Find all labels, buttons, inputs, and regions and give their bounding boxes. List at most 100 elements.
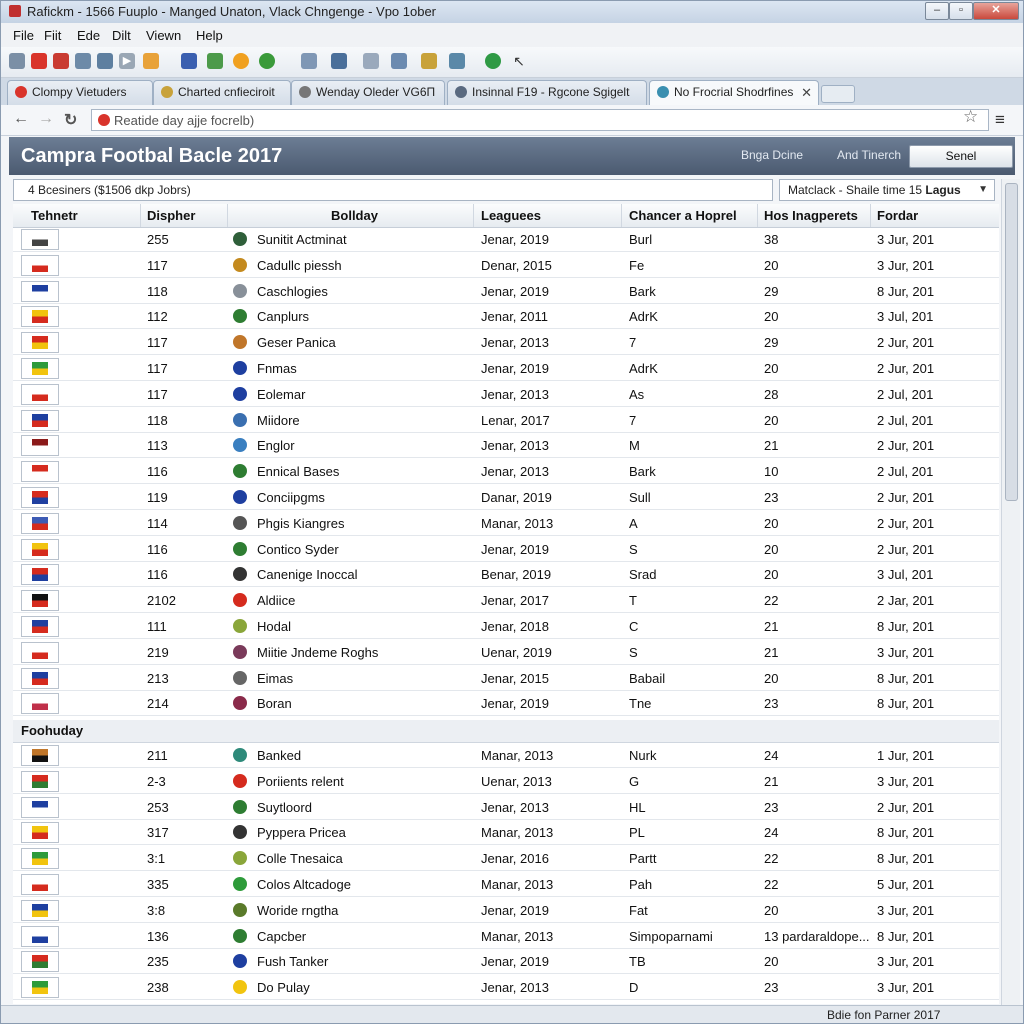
table-row[interactable]: 118 Caschlogies Jenar, 2019 Bark 29 8 Jur, 20…: [13, 279, 999, 304]
new-tab-button[interactable]: [821, 85, 855, 103]
table-row[interactable]: 136 Capcber Manar, 2013 Simpoparnami 13 pard…: [13, 924, 999, 949]
table-row[interactable]: 113 Englor Jenar, 2013 M 21 2 Jur, 201: [13, 433, 999, 459]
minimize-button[interactable]: –: [925, 2, 949, 20]
menu-help[interactable]: Help: [196, 28, 223, 43]
cell-club[interactable]: Canplurs: [257, 309, 309, 324]
user-icon[interactable]: [143, 53, 159, 69]
cell-club[interactable]: Pyppera Pricea: [257, 825, 346, 840]
table-row[interactable]: 116 Ennical Bases Jenar, 2013 Bark 10 2 Jul, …: [13, 459, 999, 485]
vertical-scrollbar[interactable]: [1001, 179, 1020, 1005]
table-row[interactable]: 255 Sunitit Actminat Jenar, 2019 Burl 38 3 Ju…: [13, 227, 999, 252]
column-header[interactable]: Leaguees: [481, 208, 541, 223]
cell-club[interactable]: Colle Tnesaica: [257, 851, 343, 866]
column-header[interactable]: Bollday: [331, 208, 378, 223]
table-row[interactable]: 238 Do Pulay Jenar, 2013 D 23 3 Jur, 201: [13, 975, 999, 1001]
tab-2[interactable]: Charted cnfieciroit: [153, 80, 291, 105]
table-row[interactable]: 116 Contico Syder Jenar, 2019 S 20 2 Jur, 201: [13, 537, 999, 562]
cell-club[interactable]: Poriients relent: [257, 774, 344, 789]
paste-icon[interactable]: [97, 53, 113, 69]
table-row[interactable]: 219 Miitie Jndeme Roghs Uenar, 2019 S 21 3 Ju…: [13, 640, 999, 665]
cell-club[interactable]: Miitie Jndeme Roghs: [257, 645, 378, 660]
cell-club[interactable]: Aldiice: [257, 593, 295, 608]
column-header[interactable]: Dispher: [147, 208, 195, 223]
cell-club[interactable]: Eimas: [257, 671, 293, 686]
cell-club[interactable]: Contico Syder: [257, 542, 339, 557]
table-icon[interactable]: [391, 53, 407, 69]
table-row[interactable]: 117 Geser Panica Jenar, 2013 7 29 2 Jur, 201: [13, 330, 999, 356]
play-icon[interactable]: ▶: [119, 53, 135, 69]
maximize-button[interactable]: ▫: [949, 2, 973, 20]
filter-select[interactable]: Matclack - Shaile time 15 Lagus ▼: [779, 179, 995, 201]
table-row[interactable]: 317 Pyppera Pricea Manar, 2013 PL 24 8 Jur, 2…: [13, 820, 999, 846]
refresh-icon[interactable]: [259, 53, 275, 69]
address-bar[interactable]: Reatide day ajje focrelb): [91, 109, 989, 131]
table-row[interactable]: 213 Eimas Jenar, 2015 Babail 20 8 Jur, 201: [13, 666, 999, 691]
tab-5-active[interactable]: No Frocrial Shodrfines ✕: [649, 80, 819, 105]
copy-icon[interactable]: [75, 53, 91, 69]
print-icon[interactable]: [449, 53, 465, 69]
hamburger-menu-icon[interactable]: ≡: [995, 110, 1005, 130]
scrollbar-thumb[interactable]: [1005, 183, 1018, 501]
cell-club[interactable]: Englor: [257, 438, 295, 453]
new-icon[interactable]: [9, 53, 25, 69]
table-row[interactable]: 3:8 Woride rngtha Jenar, 2019 Fat 20 3 Jur, 2…: [13, 898, 999, 923]
bookmark-star-icon[interactable]: ☆: [963, 107, 978, 127]
grid-icon[interactable]: [331, 53, 347, 69]
header-link-1[interactable]: Bnga Dcine: [741, 148, 803, 162]
menu-ede[interactable]: Ede: [77, 28, 100, 43]
tab-1[interactable]: Clompy Vietuders: [7, 80, 153, 105]
cell-club[interactable]: Boran: [257, 696, 292, 711]
table-row[interactable]: 214 Boran Jenar, 2019 Tne 23 8 Jur, 201: [13, 691, 999, 717]
table-row[interactable]: 335 Colos Altcadoge Manar, 2013 Pah 22 5 Jur,…: [13, 872, 999, 897]
folder-icon[interactable]: [301, 53, 317, 69]
sun-icon[interactable]: [233, 53, 249, 69]
send-button[interactable]: Senel: [909, 145, 1013, 168]
cell-club[interactable]: Capcber: [257, 929, 306, 944]
close-button[interactable]: ✕: [973, 2, 1019, 20]
save-icon[interactable]: [53, 53, 69, 69]
cell-club[interactable]: Woride rngtha: [257, 903, 338, 918]
cell-club[interactable]: Do Pulay: [257, 980, 310, 995]
menu-fiit[interactable]: Fiit: [44, 28, 61, 43]
table-row[interactable]: 117 Cadullc piessh Denar, 2015 Fe 20 3 Jur, 2…: [13, 253, 999, 278]
cell-club[interactable]: Banked: [257, 748, 301, 763]
column-header[interactable]: Chancer a Hoprel: [629, 208, 737, 223]
pointer-icon[interactable]: ↖: [511, 53, 527, 69]
table-row[interactable]: 111 Hodal Jenar, 2018 C 21 8 Jur, 201: [13, 614, 999, 639]
table-row[interactable]: 117 Fnmas Jenar, 2019 AdrK 20 2 Jur, 201: [13, 356, 999, 381]
tab-4[interactable]: Insinnal F19 - Rgcone Sgigelt: [447, 80, 647, 105]
cell-club[interactable]: Geser Panica: [257, 335, 336, 350]
lock-icon[interactable]: [421, 53, 437, 69]
cell-club[interactable]: Phgis Kiangres: [257, 516, 344, 531]
cell-club[interactable]: Sunitit Actminat: [257, 232, 347, 247]
cell-club[interactable]: Canenige Inoccal: [257, 567, 357, 582]
globe-icon[interactable]: [181, 53, 197, 69]
cell-club[interactable]: Hodal: [257, 619, 291, 634]
cell-club[interactable]: Ennical Bases: [257, 464, 339, 479]
cell-club[interactable]: Suytloord: [257, 800, 312, 815]
table-row[interactable]: 116 Canenige Inoccal Benar, 2019 Srad 20 3 Ju…: [13, 562, 999, 588]
table-row[interactable]: 2-3 Poriients relent Uenar, 2013 G 21 3 Jur, …: [13, 769, 999, 794]
open-icon[interactable]: [31, 53, 47, 69]
table-row[interactable]: 235 Fush Tanker Jenar, 2019 TB 20 3 Jur, 201: [13, 949, 999, 975]
table-row[interactable]: 112 Canplurs Jenar, 2011 AdrK 20 3 Jul, 201: [13, 304, 999, 330]
menu-file[interactable]: File: [13, 28, 34, 43]
reload-icon[interactable]: ↻: [64, 110, 77, 130]
forward-icon[interactable]: →: [38, 110, 54, 128]
list-icon[interactable]: [363, 53, 379, 69]
table-row[interactable]: 118 Miidore Lenar, 2017 7 20 2 Jul, 201: [13, 408, 999, 433]
filter-summary[interactable]: 4 Bcesiners ($1506 dkp Jobrs): [13, 179, 773, 201]
cell-club[interactable]: Conciipgms: [257, 490, 325, 505]
cell-club[interactable]: Miidore: [257, 413, 300, 428]
column-header[interactable]: Hos Inagperets: [764, 208, 858, 223]
table-row[interactable]: 253 Suytloord Jenar, 2013 HL 23 2 Jur, 201: [13, 795, 999, 820]
menu-view[interactable]: Viewn: [146, 28, 181, 43]
cell-club[interactable]: Fnmas: [257, 361, 297, 376]
back-icon[interactable]: ←: [13, 110, 29, 128]
menu-dilt[interactable]: Dilt: [112, 28, 131, 43]
table-row[interactable]: 114 Phgis Kiangres Manar, 2013 A 20 2 Jur, 20…: [13, 511, 999, 536]
tab-close-icon[interactable]: ✕: [801, 81, 812, 104]
cell-club[interactable]: Cadullc piessh: [257, 258, 342, 273]
cell-club[interactable]: Fush Tanker: [257, 954, 328, 969]
table-row[interactable]: 119 Conciipgms Danar, 2019 Sull 23 2 Jur, 201: [13, 485, 999, 510]
